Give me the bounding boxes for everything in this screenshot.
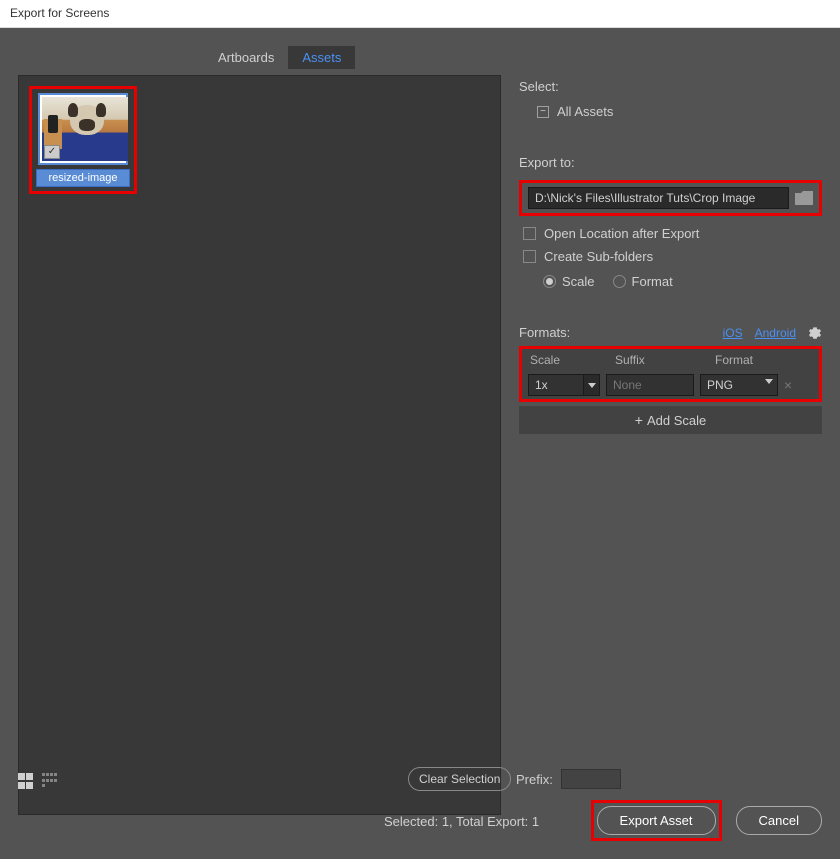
export-asset-button[interactable]: Export Asset (597, 806, 716, 835)
formats-grid-row: 1x None PNG × (522, 371, 819, 399)
ios-link[interactable]: iOS (723, 326, 743, 340)
add-scale-button[interactable]: +Add Scale (519, 406, 822, 434)
delete-row-icon[interactable]: × (778, 377, 798, 393)
export-to-label: Export to: (519, 155, 822, 170)
asset-thumbnail-label[interactable]: resized-image (36, 169, 130, 187)
formats-grid-highlight: Scale Suffix Format 1x None PNG × (519, 346, 822, 402)
browse-folder-icon[interactable] (795, 191, 813, 205)
open-location-checkbox[interactable] (523, 227, 536, 240)
export-path-highlight: D:\Nick's Files\Illustrator Tuts\Crop Im… (519, 180, 822, 216)
export-button-highlight: Export Asset (591, 800, 722, 841)
status-text: Selected: 1, Total Export: 1 (384, 814, 539, 829)
all-assets-row[interactable]: − All Assets (519, 104, 822, 119)
dialog-body: Artboards Assets ✓ resized-image (0, 28, 840, 859)
prefix-label: Prefix: (516, 772, 553, 787)
formats-grid-header: Scale Suffix Format (522, 349, 819, 371)
col-scale-header: Scale (522, 349, 607, 371)
asset-thumbnail-area: ✓ resized-image (18, 75, 501, 815)
asset-thumbnail-highlight: ✓ resized-image (29, 86, 137, 194)
view-small-thumbnails-icon[interactable] (42, 773, 58, 789)
format-dropdown[interactable]: PNG (700, 374, 778, 396)
prefix-input[interactable] (561, 769, 621, 789)
all-assets-label: All Assets (557, 104, 613, 119)
create-subfolders-checkbox-row[interactable]: Create Sub-folders (519, 245, 822, 268)
android-link[interactable]: Android (755, 326, 796, 340)
open-location-label: Open Location after Export (544, 226, 699, 241)
formats-label: Formats: (519, 325, 723, 340)
format-radio[interactable]: Format (613, 274, 673, 289)
export-path-input[interactable]: D:\Nick's Files\Illustrator Tuts\Crop Im… (528, 187, 789, 209)
clear-selection-button[interactable]: Clear Selection (408, 767, 511, 791)
scale-dropdown[interactable]: 1x (528, 374, 600, 396)
suffix-input[interactable]: None (606, 374, 694, 396)
asset-thumbnail-checkbox[interactable]: ✓ (44, 145, 60, 159)
window-title: Export for Screens (0, 0, 840, 28)
plus-icon: + (635, 412, 643, 428)
tab-artboards[interactable]: Artboards (204, 46, 288, 69)
col-format-header: Format (707, 349, 792, 371)
create-subfolders-checkbox[interactable] (523, 250, 536, 263)
create-subfolders-label: Create Sub-folders (544, 249, 653, 264)
cancel-button[interactable]: Cancel (736, 806, 822, 835)
collapse-icon[interactable]: − (537, 106, 549, 118)
view-large-thumbnails-icon[interactable] (18, 773, 34, 789)
scale-radio-label: Scale (562, 274, 595, 289)
open-location-checkbox-row[interactable]: Open Location after Export (519, 222, 822, 245)
gear-icon[interactable] (808, 326, 822, 340)
tab-bar: Artboards Assets (204, 46, 822, 69)
select-label: Select: (519, 79, 822, 94)
scale-radio[interactable]: Scale (543, 274, 595, 289)
tab-assets[interactable]: Assets (288, 46, 355, 69)
asset-thumbnail[interactable]: ✓ (38, 93, 128, 165)
asset-thumbnail-image: ✓ (42, 97, 128, 161)
col-suffix-header: Suffix (607, 349, 707, 371)
format-radio-label: Format (632, 274, 673, 289)
